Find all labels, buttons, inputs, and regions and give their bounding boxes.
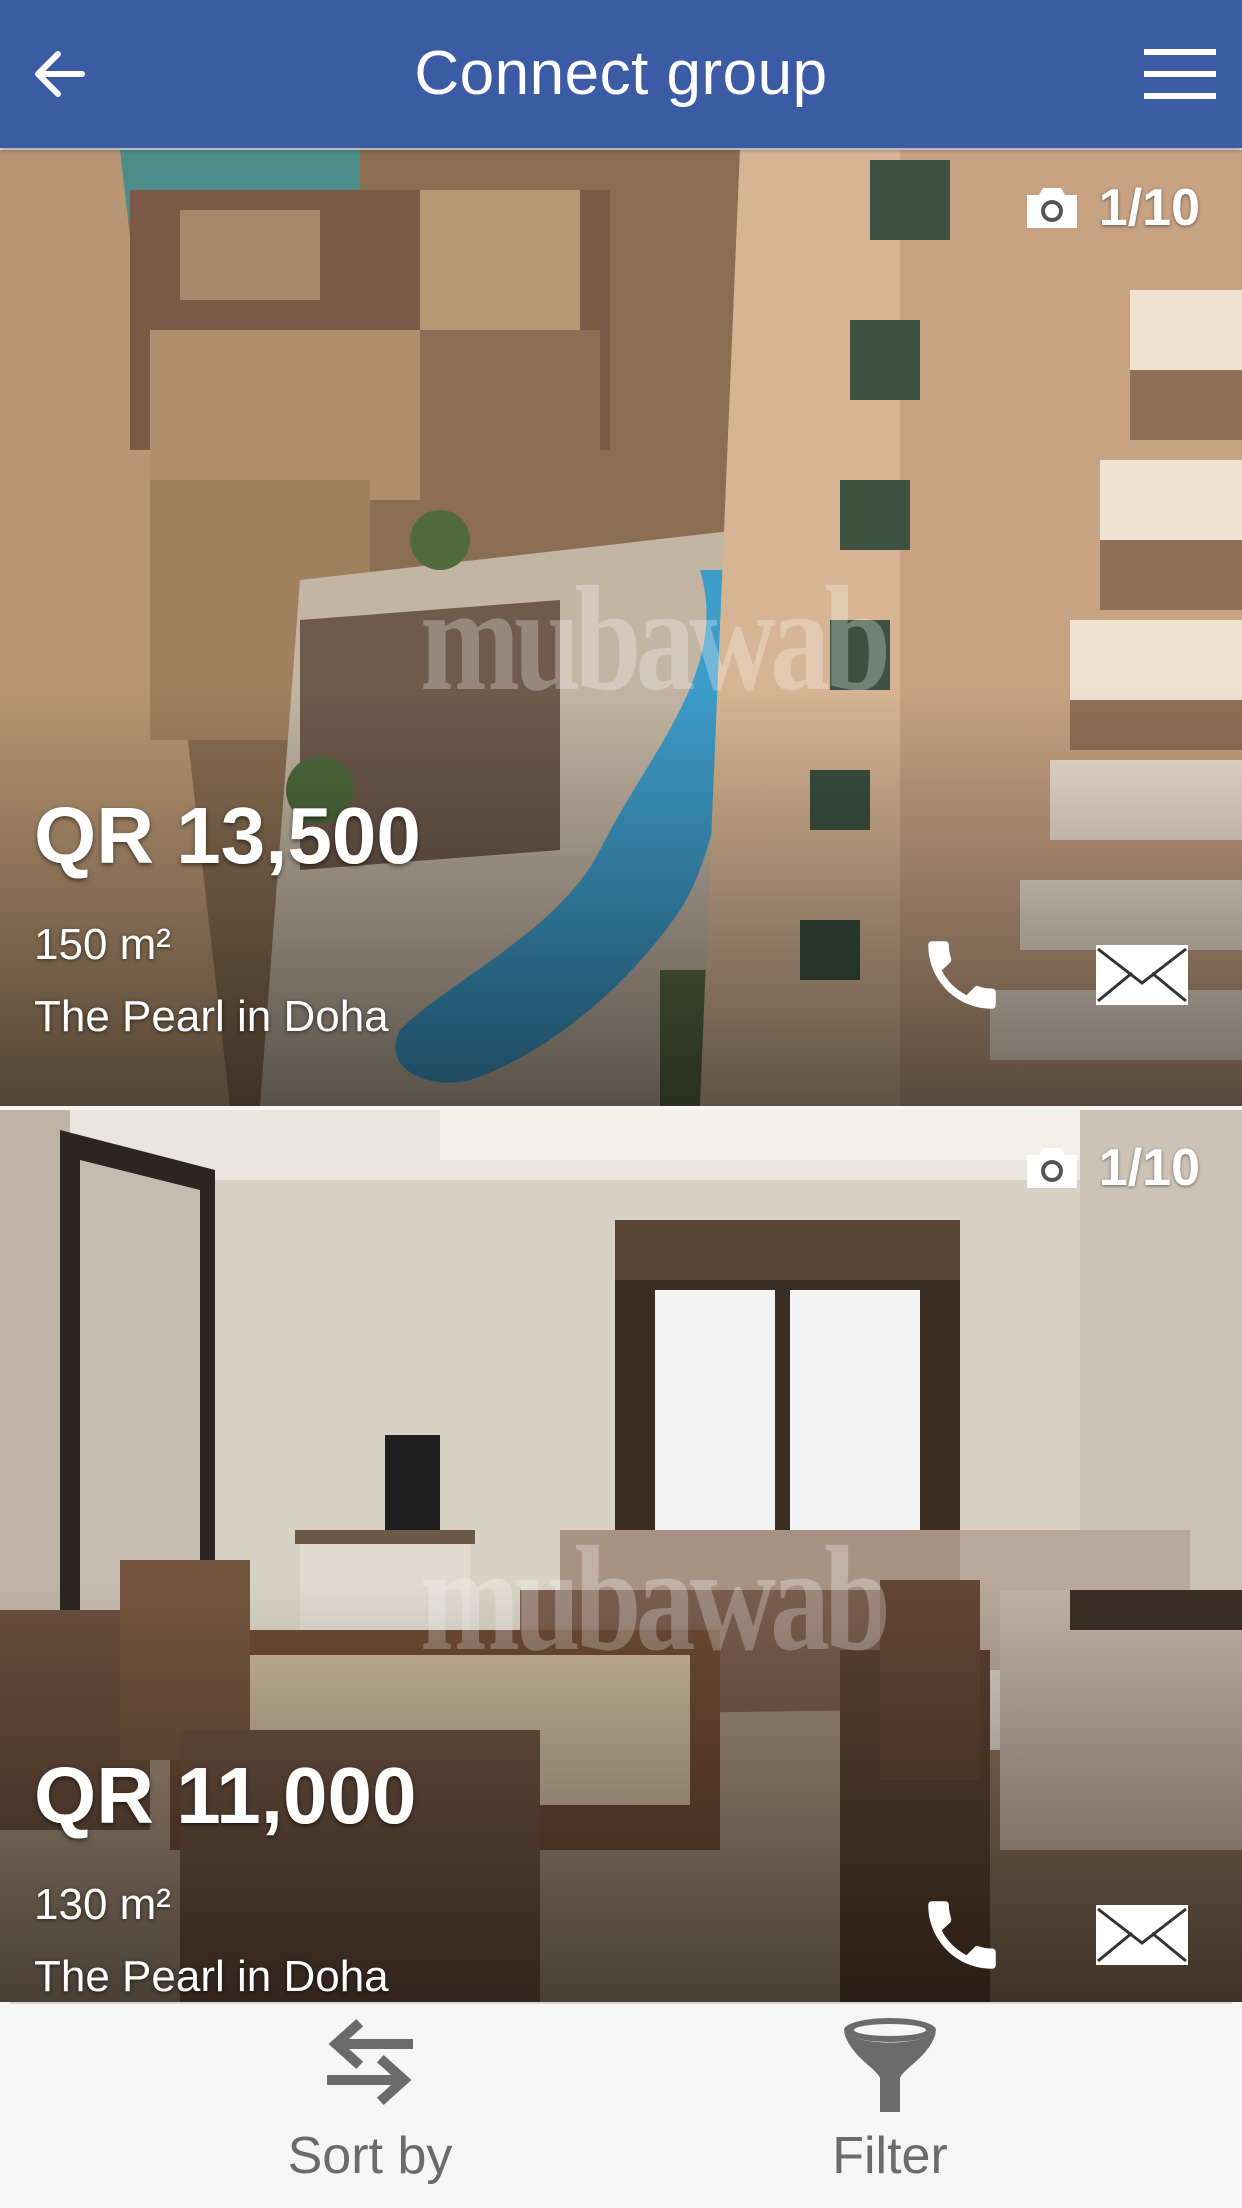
photo-count-text: 1/10 <box>1098 1139 1200 1197</box>
sort-arrows-icon <box>327 2018 413 2106</box>
photo-counter: 1/10 <box>1023 1136 1200 1200</box>
back-button[interactable] <box>20 34 100 114</box>
sort-label: Sort by <box>287 2127 453 2185</box>
phone-icon <box>928 941 996 1009</box>
listing-location: The Pearl in Doha <box>34 1952 389 2001</box>
photo-count-text: 1/10 <box>1098 179 1200 237</box>
camera-icon <box>1026 1148 1077 1188</box>
listing-area: 150 m² <box>34 920 171 969</box>
phone-icon <box>928 1901 996 1969</box>
filter-label: Filter <box>832 2127 948 2185</box>
listing-area: 130 m² <box>34 1880 171 1929</box>
back-arrow-icon <box>35 51 85 97</box>
call-button[interactable] <box>912 925 1012 1025</box>
app-header: Connect group <box>0 0 1242 148</box>
listing-card[interactable]: mubawab 1/10 QR 11,000 130 m² The Pearl … <box>0 1110 1242 2002</box>
filter-funnel-icon <box>844 2018 936 2112</box>
filter-button[interactable]: Filter <box>690 2004 1090 2208</box>
call-button[interactable] <box>912 1885 1012 1985</box>
photo-counter: 1/10 <box>1023 176 1200 240</box>
listing-card[interactable]: mubawab 1/10 QR 13,500 150 m² The Pearl … <box>0 150 1242 1106</box>
menu-button[interactable] <box>1140 34 1220 114</box>
listing-location: The Pearl in Doha <box>34 992 389 1041</box>
mail-icon <box>1096 1905 1188 1965</box>
listing-price: QR 11,000 <box>34 1751 417 1840</box>
camera-icon <box>1026 188 1077 228</box>
email-button[interactable] <box>1092 940 1192 1010</box>
mail-icon <box>1096 945 1188 1005</box>
hamburger-menu-icon <box>1144 49 1216 99</box>
bottom-action-bar: Sort by Filter <box>10 2002 1232 2208</box>
listing-price: QR 13,500 <box>34 791 421 880</box>
email-button[interactable] <box>1092 1900 1192 1970</box>
page-title: Connect group <box>414 39 828 108</box>
sort-button[interactable]: Sort by <box>170 2004 570 2208</box>
